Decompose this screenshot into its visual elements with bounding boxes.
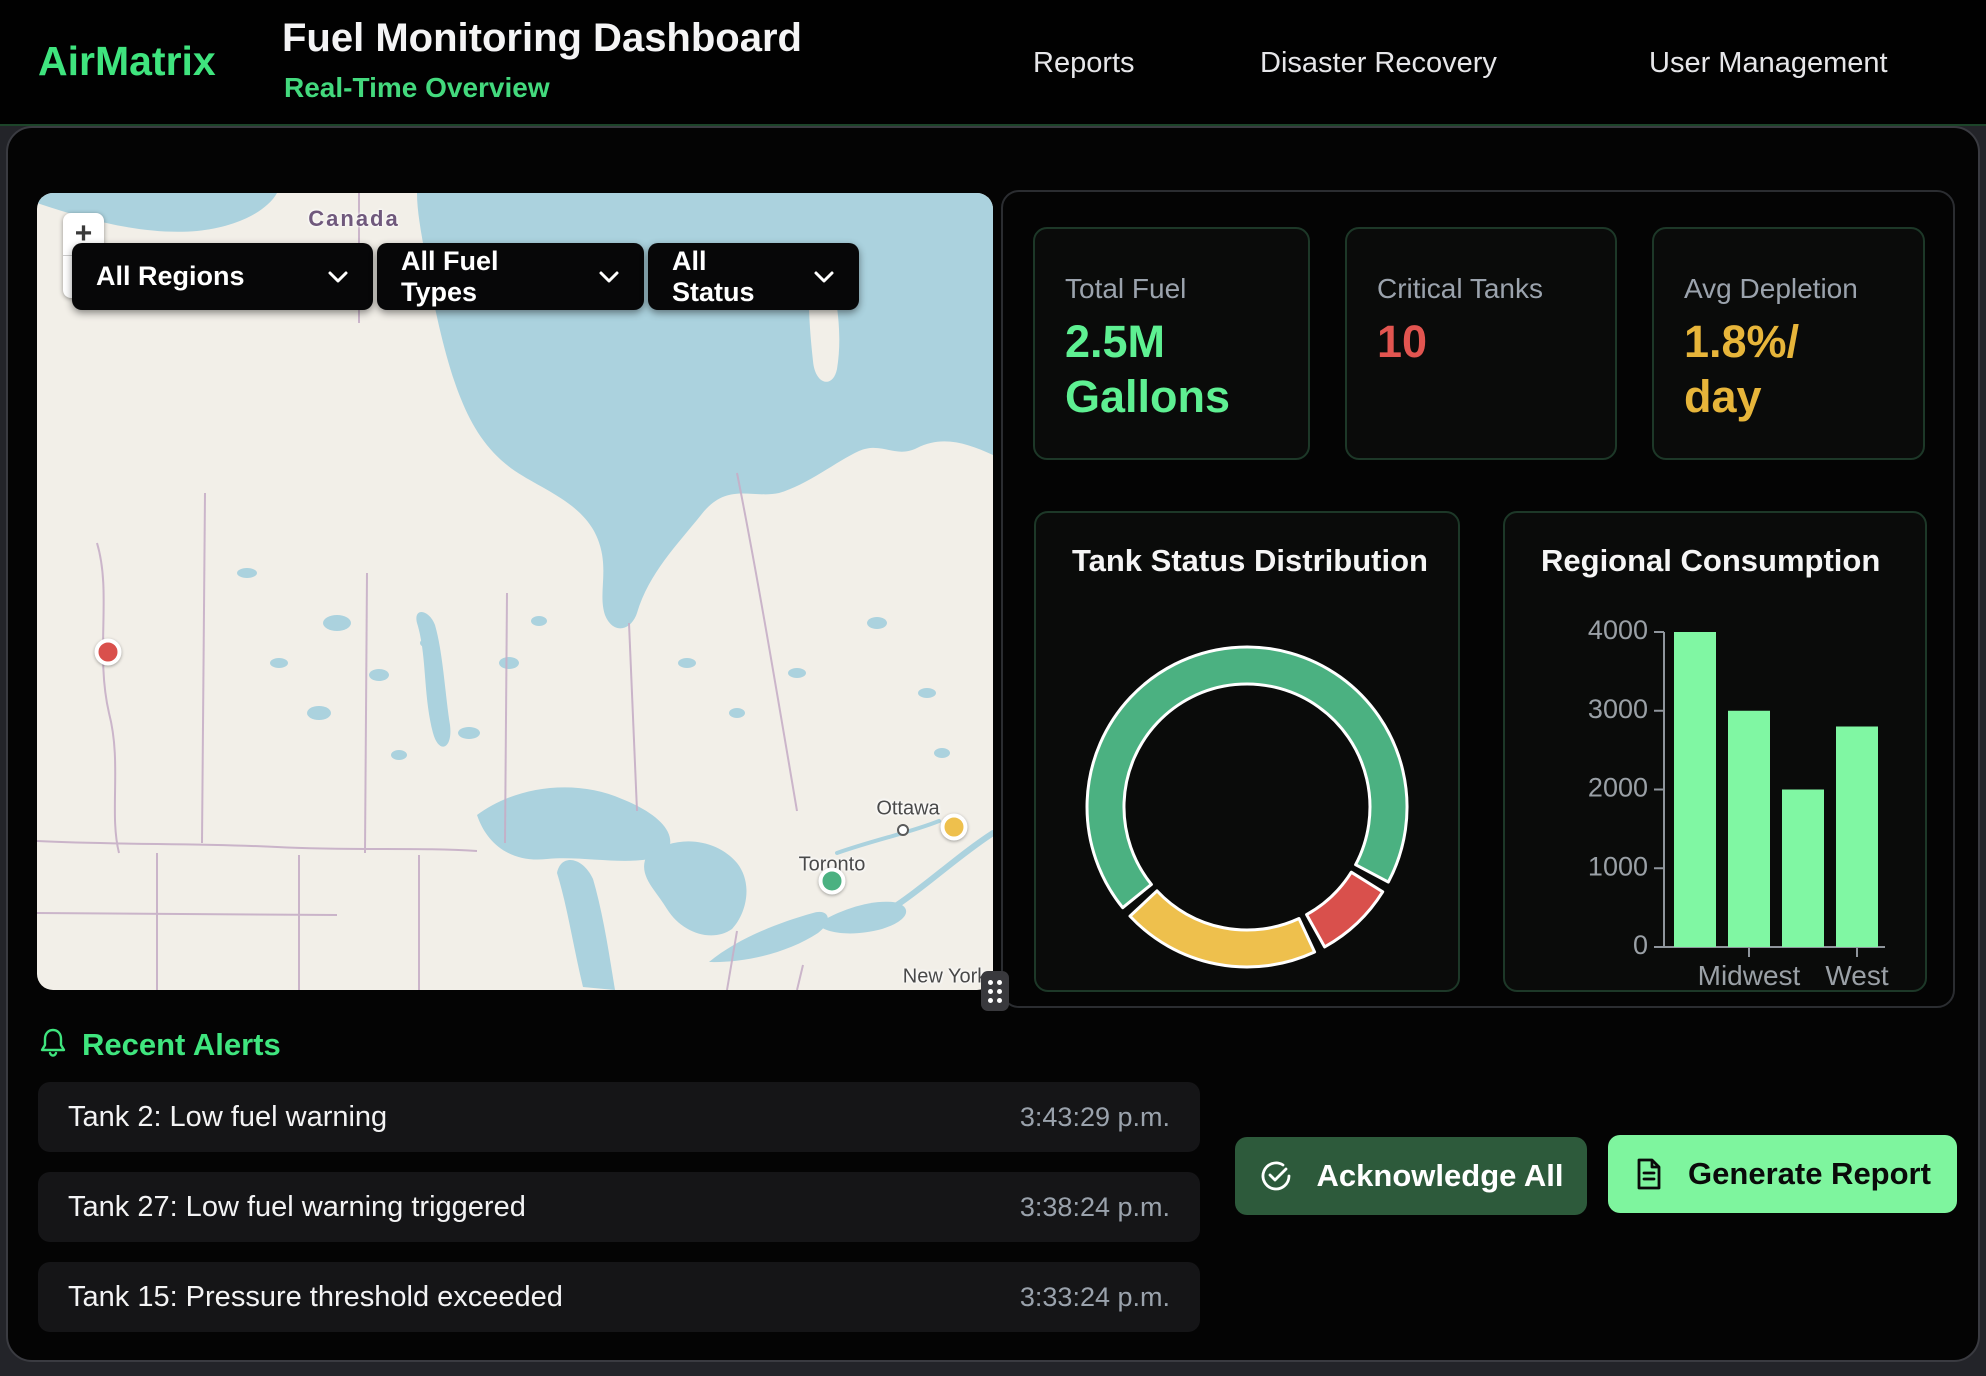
critical-tanks-card: Critical Tanks 10 (1345, 227, 1617, 460)
bell-icon (38, 1026, 68, 1063)
regional-consumption-bar-chart: 0 1000 2000 3000 4000 Midwest West (1505, 513, 1929, 990)
app-header: AirMatrix Fuel Monitoring Dashboard Real… (0, 0, 1986, 126)
alert-row: Tank 2: Low fuel warning 3:43:29 p.m. (38, 1082, 1200, 1152)
nav-user-management[interactable]: User Management (1649, 0, 1888, 126)
critical-tanks-label: Critical Tanks (1377, 273, 1585, 305)
total-fuel-card: Total Fuel 2.5MGallons (1033, 227, 1310, 460)
city-label: Ottawa (876, 798, 939, 821)
country-label: Canada (308, 206, 399, 232)
alert-timestamp: 3:43:29 p.m. (1020, 1102, 1170, 1133)
bar-0 (1674, 632, 1716, 947)
status-filter-dropdown[interactable]: All Status (648, 243, 859, 310)
alert-text: Tank 15: Pressure threshold exceeded (68, 1281, 563, 1314)
svg-text:West: West (1825, 960, 1888, 990)
metrics-panel: Total Fuel 2.5MGallons Critical Tanks 10… (1001, 190, 1955, 1008)
tank-status-donut-chart (1036, 513, 1462, 990)
alert-timestamp: 3:33:24 p.m. (1020, 1282, 1170, 1313)
svg-text:2000: 2000 (1588, 773, 1648, 803)
page-subtitle: Real-Time Overview (284, 72, 550, 104)
avg-depletion-card: Avg Depletion 1.8%/day (1652, 227, 1925, 460)
tank-map[interactable]: CanadaOttawaTorontoNew York + − All Regi… (37, 193, 993, 990)
yellow-tank-marker[interactable] (941, 814, 968, 841)
city-label: New York (903, 966, 988, 989)
map-resize-handle[interactable] (981, 971, 1009, 1011)
bar-1 (1728, 711, 1770, 947)
alert-row: Tank 27: Low fuel warning triggered 3:38… (38, 1172, 1200, 1242)
svg-text:Midwest: Midwest (1698, 960, 1801, 990)
alert-text: Tank 27: Low fuel warning triggered (68, 1191, 526, 1224)
green-segment (1087, 647, 1407, 908)
svg-text:3000: 3000 (1588, 694, 1648, 724)
green-tank-marker[interactable] (819, 868, 846, 895)
total-fuel-label: Total Fuel (1065, 273, 1278, 305)
red-segment (1307, 872, 1383, 947)
status-filter-label: All Status (672, 246, 787, 308)
page-title: Fuel Monitoring Dashboard (282, 16, 802, 61)
svg-text:0: 0 (1633, 930, 1648, 960)
region-filter-dropdown[interactable]: All Regions (72, 243, 373, 310)
critical-tanks-value: 10 (1377, 315, 1585, 370)
recent-alerts-heading: Recent Alerts (82, 1027, 281, 1063)
svg-text:4000: 4000 (1588, 615, 1648, 645)
document-icon (1634, 1157, 1664, 1191)
generate-report-label: Generate Report (1688, 1156, 1931, 1192)
fuel-type-filter-dropdown[interactable]: All Fuel Types (377, 243, 644, 310)
map-filter-bar: All Regions All Fuel Types All Status (72, 243, 859, 310)
check-circle-icon (1259, 1159, 1293, 1193)
generate-report-button[interactable]: Generate Report (1608, 1135, 1957, 1213)
donut-chart-title: Tank Status Distribution (1072, 543, 1428, 579)
total-fuel-value: 2.5MGallons (1065, 315, 1278, 425)
acknowledge-all-button[interactable]: Acknowledge All (1235, 1137, 1587, 1215)
fuel-type-filter-label: All Fuel Types (401, 246, 572, 308)
svg-text:1000: 1000 (1588, 851, 1648, 881)
nav-reports[interactable]: Reports (1033, 0, 1135, 126)
region-filter-label: All Regions (96, 261, 245, 292)
bar-chart-title: Regional Consumption (1541, 543, 1880, 579)
dashboard-page: AirMatrix Fuel Monitoring Dashboard Real… (0, 0, 1986, 1376)
regional-consumption-card: Regional Consumption 0 1000 2000 3000 4000 Mi… (1503, 511, 1927, 992)
app-logo: AirMatrix (38, 38, 216, 85)
bar-2 (1782, 790, 1824, 948)
alert-text: Tank 2: Low fuel warning (68, 1101, 387, 1134)
chevron-down-icon (787, 270, 835, 284)
chevron-down-icon (572, 270, 620, 284)
alert-row: Tank 15: Pressure threshold exceeded 3:3… (38, 1262, 1200, 1332)
alert-timestamp: 3:38:24 p.m. (1020, 1192, 1170, 1223)
acknowledge-all-label: Acknowledge All (1317, 1158, 1564, 1194)
bar-3 (1836, 727, 1878, 948)
tank-status-distribution-card: Tank Status Distribution (1034, 511, 1460, 992)
avg-depletion-value: 1.8%/day (1684, 315, 1893, 425)
chevron-down-icon (301, 270, 349, 284)
avg-depletion-label: Avg Depletion (1684, 273, 1893, 305)
yellow-segment (1130, 891, 1315, 967)
red-tank-marker[interactable] (95, 639, 122, 666)
nav-disaster-recovery[interactable]: Disaster Recovery (1260, 0, 1497, 126)
